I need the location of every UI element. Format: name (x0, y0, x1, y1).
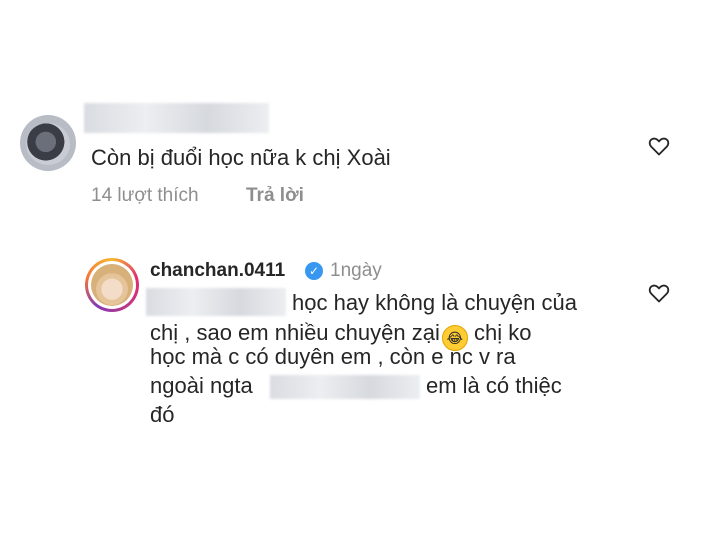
reply-avatar[interactable] (85, 258, 139, 312)
reply-line-4-tail: em là có thiệc (426, 373, 562, 398)
reply-line-3: học mà c có duyên em , còn e nc v ra (150, 344, 516, 369)
blurred-phrase (270, 375, 420, 399)
reply-line-4: ngoài ngta (150, 373, 253, 398)
reply-line-5: đó (150, 402, 175, 427)
heart-icon[interactable] (647, 281, 671, 305)
heart-icon[interactable] (647, 134, 671, 158)
blurred-username (84, 103, 269, 133)
reply-username[interactable]: chanchan.0411 (150, 260, 285, 282)
reply-line-1: học hay không là chuyện của (292, 290, 577, 315)
verified-badge-icon: ✓ (305, 262, 323, 280)
commenter-avatar[interactable] (20, 115, 76, 171)
reply-button[interactable]: Trả lời (246, 185, 304, 207)
likes-count[interactable]: 14 lượt thích (91, 185, 199, 207)
comment-text: Còn bị đuổi học nữa k chị Xoài (91, 145, 391, 170)
reply-timestamp: 1ngày (330, 260, 382, 281)
blurred-mention (146, 288, 286, 316)
